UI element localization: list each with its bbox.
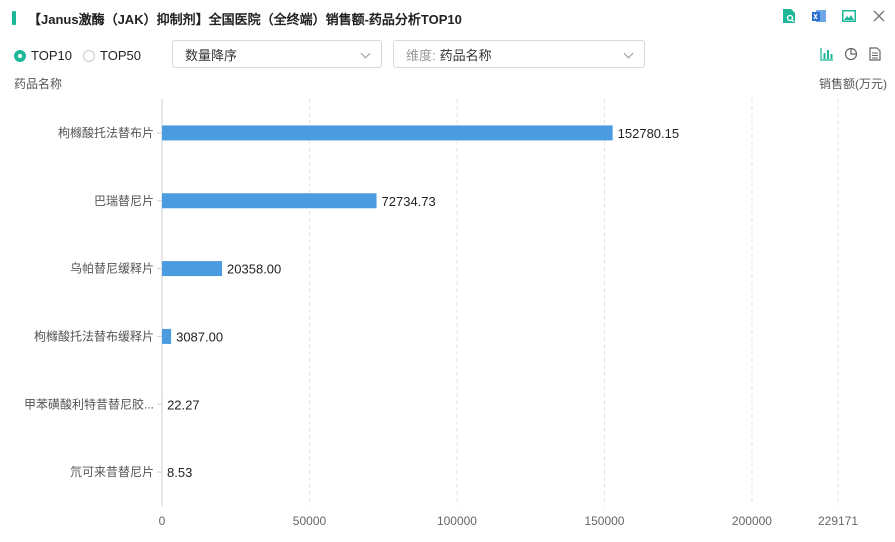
data-label: 8.53 bbox=[167, 465, 192, 480]
data-label: 3087.00 bbox=[176, 329, 223, 344]
data-label: 152780.15 bbox=[618, 126, 679, 141]
bar-chart-icon[interactable] bbox=[820, 47, 834, 61]
chevron-down-icon bbox=[360, 48, 371, 59]
radio-top50[interactable]: TOP50 bbox=[83, 48, 141, 63]
radio-top50-label: TOP50 bbox=[100, 48, 141, 63]
data-label: 22.27 bbox=[167, 397, 200, 412]
close-icon[interactable] bbox=[871, 8, 887, 24]
excel-export-icon[interactable] bbox=[811, 8, 827, 24]
x-tick-label: 200000 bbox=[732, 514, 772, 528]
chart-title-bar: 【Janus激酶（JAK）抑制剂】全国医院（全终端）销售额-药品分析TOP10 bbox=[12, 8, 462, 28]
title-accent-bar bbox=[12, 11, 16, 25]
bar-chart: 0 50000 100000 150000 200000 229171 枸橼酸托法替布片 15… bbox=[24, 99, 858, 528]
image-export-icon[interactable] bbox=[841, 8, 857, 24]
radio-top10-label: TOP10 bbox=[31, 48, 72, 63]
y-tick-label: 甲苯磺酸利特昔替尼胶... bbox=[24, 396, 154, 411]
radio-top10[interactable]: TOP10 bbox=[14, 48, 72, 63]
bar[interactable] bbox=[162, 261, 223, 277]
y-tick-label: 枸橼酸托法替布片 bbox=[58, 125, 154, 140]
radio-selected-icon bbox=[14, 49, 26, 62]
dimension-label: 维度: bbox=[406, 47, 436, 63]
y-tick-label: 氘可来昔替尼片 bbox=[70, 465, 154, 479]
header-toolbar bbox=[781, 8, 887, 24]
dimension-select[interactable]: 维度: 药品名称 bbox=[393, 40, 645, 68]
view-switcher bbox=[820, 47, 882, 61]
x-tick-label: 0 bbox=[159, 514, 166, 528]
chart-title: 【Janus激酶（JAK）抑制剂】全国医院（全终端）销售额-药品分析TOP10 bbox=[28, 11, 462, 27]
table-view-icon[interactable] bbox=[868, 47, 882, 61]
bar[interactable] bbox=[162, 125, 613, 141]
chevron-down-icon bbox=[623, 48, 634, 59]
file-search-icon[interactable] bbox=[781, 8, 797, 24]
x-tick-label: 100000 bbox=[437, 514, 477, 528]
x-tick-label: 150000 bbox=[584, 514, 624, 528]
y-tick-label: 枸橼酸托法替布缓释片 bbox=[34, 328, 154, 343]
y-axis-title: 药品名称 bbox=[14, 77, 63, 91]
pie-chart-icon[interactable] bbox=[844, 47, 858, 61]
radio-unselected-icon bbox=[83, 49, 95, 62]
dimension-value: 药品名称 bbox=[439, 47, 492, 63]
x-tick-label: 50000 bbox=[293, 514, 327, 528]
x-tick-label: 229171 bbox=[818, 514, 858, 528]
data-label: 20358.00 bbox=[227, 262, 281, 277]
sort-select-value: 数量降序 bbox=[185, 47, 238, 63]
y-tick-label: 乌帕替尼缓释片 bbox=[70, 261, 154, 276]
bar[interactable] bbox=[162, 193, 377, 209]
sort-select[interactable]: 数量降序 bbox=[172, 40, 382, 68]
bar[interactable] bbox=[162, 328, 172, 344]
y-tick-label: 巴瑞替尼片 bbox=[94, 194, 154, 208]
chart-controls: TOP10 TOP50 数量降序 维度: 药品名称 bbox=[12, 40, 882, 70]
data-label: 72734.73 bbox=[382, 194, 436, 209]
x-axis-title: 销售额(万元) bbox=[819, 77, 887, 91]
